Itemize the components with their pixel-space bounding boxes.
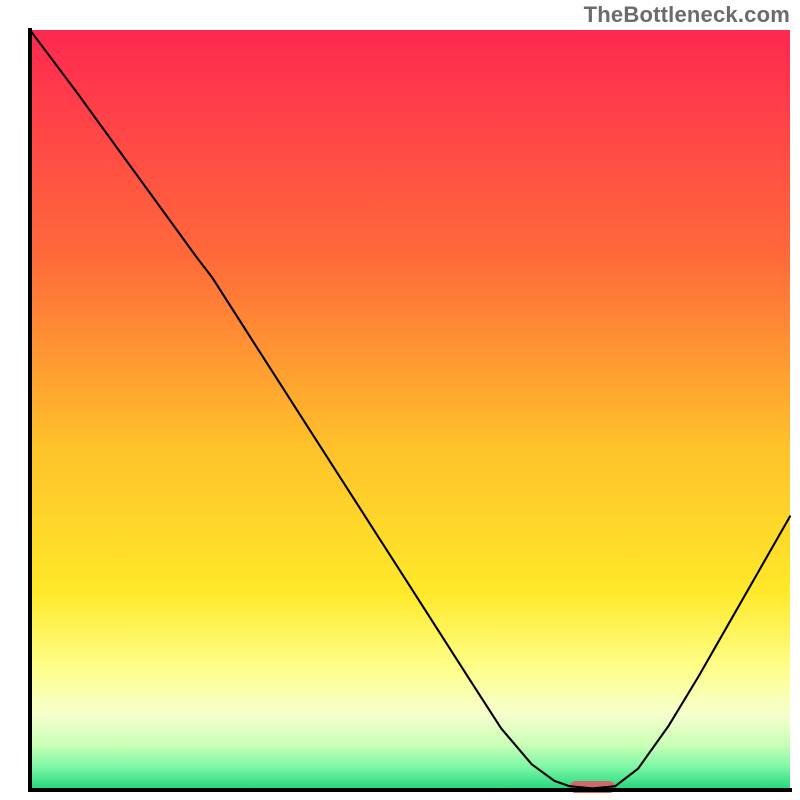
bottleneck-chart — [0, 0, 800, 800]
gradient-background — [30, 30, 790, 790]
chart-stage: TheBottleneck.com — [0, 0, 800, 800]
watermark-text: TheBottleneck.com — [584, 2, 790, 28]
